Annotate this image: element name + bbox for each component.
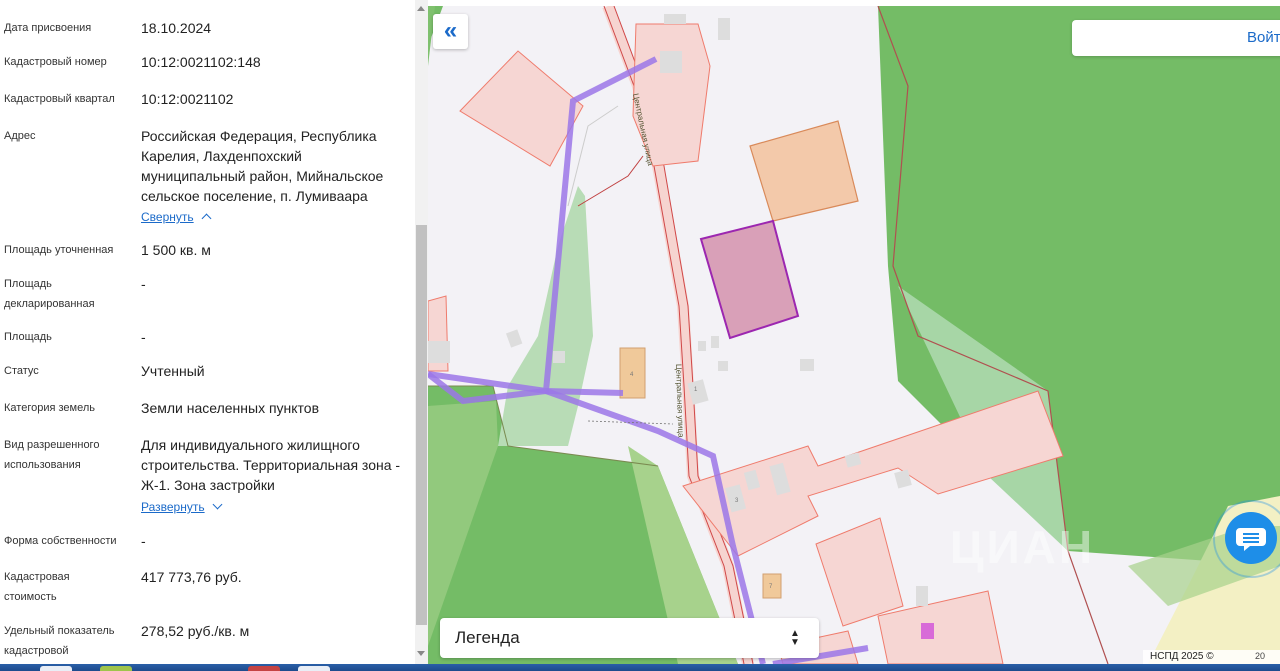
expand-permitted-use-link[interactable]: Развернуть: [141, 499, 223, 515]
chevron-up-down-icon: ▲ ▼: [790, 628, 800, 648]
scrollbar-thumb[interactable]: [416, 225, 427, 625]
street-label: Центральная улица: [674, 364, 686, 438]
login-button[interactable]: Войти: [1072, 20, 1280, 56]
row-label: Кадастровая стоимость: [4, 571, 70, 603]
light-green-area: [498, 186, 593, 446]
row-label: Категория земель: [4, 402, 95, 414]
watermark: ЦИАН: [950, 521, 1096, 573]
building: [505, 329, 523, 348]
row-value: -: [141, 276, 146, 292]
building: [718, 18, 730, 40]
taskbar-button[interactable]: [40, 666, 72, 671]
building: [718, 361, 728, 371]
login-label: Войти: [1247, 29, 1280, 46]
parcel: [815, 517, 904, 627]
row-value: Учтенный: [141, 363, 205, 379]
link-text: Развернуть: [141, 500, 205, 514]
collapse-address-link[interactable]: Свернуть: [141, 209, 212, 225]
row-value: Для индивидуального жилищного строительс…: [141, 437, 401, 493]
link-text: Свернуть: [141, 210, 194, 224]
building: [916, 586, 928, 606]
building: [711, 336, 719, 348]
row-label: Кадастровый номер: [4, 56, 107, 68]
os-taskbar: [0, 664, 1280, 671]
building: [553, 351, 565, 363]
map-view[interactable]: Центральная улица Центральная улица 4 1 …: [428, 6, 1280, 664]
scale-bar: 20: [1255, 651, 1266, 661]
row-value: 18.10.2024: [141, 20, 212, 36]
row-label: Площадь уточненная: [4, 244, 114, 256]
building: [800, 359, 814, 371]
path-line: [567, 105, 619, 207]
scroll-up-arrow-icon[interactable]: [417, 6, 425, 11]
row-label: Статус: [4, 365, 39, 377]
row-value: 417 773,76 руб.: [141, 569, 242, 585]
row-value: Земли населенных пунктов: [141, 400, 320, 416]
row-label: Вид разрешенного использования: [4, 439, 100, 471]
selected-parcel: [699, 219, 800, 340]
building: [428, 341, 450, 363]
row-label: Дата присвоения: [4, 22, 92, 34]
building: [664, 14, 686, 24]
chevron-down-icon: [212, 499, 223, 510]
chevron-up-icon: [201, 213, 212, 224]
taskbar-button[interactable]: [248, 666, 280, 671]
row-value: -: [141, 533, 146, 549]
row-label: Площадь: [4, 331, 52, 343]
row-label: Площадь декларированная: [4, 278, 95, 310]
taskbar-button[interactable]: [298, 666, 330, 671]
row-value: 10:12:0021102: [141, 91, 234, 107]
collapse-panel-button[interactable]: «: [433, 14, 468, 49]
parcel: [459, 50, 584, 167]
row-value: -: [141, 329, 146, 345]
boundary-line: [577, 155, 644, 207]
row-label: Удельный показатель кадастровой: [4, 625, 115, 657]
chat-bubble-icon[interactable]: [1225, 512, 1277, 564]
row-value: 1 500 кв. м: [141, 242, 211, 258]
building: [921, 623, 934, 639]
attribution-text: НСПД 2025 ©: [1150, 651, 1214, 662]
row-value: 278,52 руб./кв. м: [141, 623, 250, 639]
parcel: [749, 120, 859, 222]
building: [660, 51, 682, 73]
row-label: Адрес: [4, 130, 36, 142]
scroll-down-arrow-icon[interactable]: [417, 651, 425, 656]
row-label: Кадастровый квартал: [4, 93, 115, 105]
taskbar-button[interactable]: [100, 666, 132, 671]
row-label: Форма собственности: [4, 535, 117, 547]
row-value: Российская Федерация, Республика Карелия…: [141, 128, 384, 204]
legend-title: Легенда: [455, 628, 520, 647]
row-value: 10:12:0021102:148: [141, 54, 261, 70]
map-canvas[interactable]: Центральная улица Центральная улица 4 1 …: [428, 6, 1280, 664]
legend-dropdown[interactable]: Легенда ▲ ▼: [440, 618, 819, 658]
building: [698, 341, 706, 351]
info-panel: Дата присвоения 18.10.2024 Кадастровый н…: [0, 0, 415, 671]
